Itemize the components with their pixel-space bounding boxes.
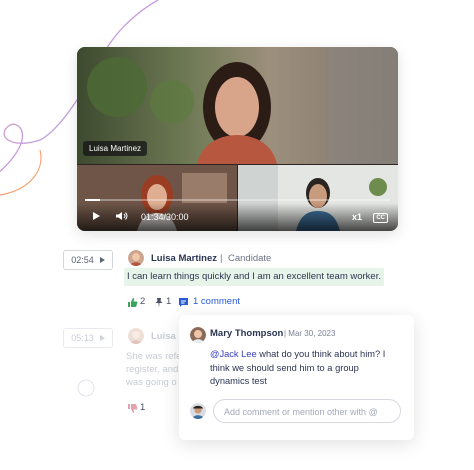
progress-fill	[85, 199, 101, 201]
time-display: 01:34/30:00	[141, 212, 189, 222]
play-small-icon	[99, 335, 105, 341]
main-video-tile: Luisa Martinez	[77, 47, 398, 164]
comment-input[interactable]: Add comment or mention other with @	[213, 399, 401, 423]
comment-icon[interactable]	[178, 295, 189, 313]
avatar	[128, 250, 144, 266]
current-user-avatar	[190, 403, 206, 419]
comment-card: Mary Thompson | Mar 30, 2023 @Jack Lee w…	[179, 315, 414, 440]
playback-speed[interactable]: x1	[352, 212, 362, 222]
separator: |	[220, 253, 223, 264]
video-player[interactable]: Luisa Martinez 01:34/30:00 x1 CC	[77, 47, 398, 231]
pin-icon[interactable]	[154, 295, 164, 313]
likes-count: 2	[140, 296, 146, 307]
timestamp-button[interactable]: 05:13	[63, 328, 113, 348]
timestamp-label: 02:54	[71, 255, 94, 265]
comments-link[interactable]: 1 comment	[193, 296, 240, 307]
closed-captions-button[interactable]: CC	[373, 213, 388, 223]
timestamp-button[interactable]: 02:54	[63, 250, 113, 270]
play-icon[interactable]	[91, 211, 101, 223]
thumbs-down-icon[interactable]	[127, 401, 138, 419]
thumbs-up-icon[interactable]	[127, 295, 138, 313]
transcript-text-line: was going o	[126, 377, 177, 388]
speaker-name: Luisa Martinez	[151, 253, 217, 264]
speaker-role: Candidate	[228, 253, 272, 264]
progress-bar[interactable]	[85, 199, 390, 201]
transcript-text: I can learn things quickly and I am an e…	[124, 268, 384, 286]
comment-date: | Mar 30, 2023	[284, 329, 336, 338]
pins-count: 1	[166, 296, 172, 307]
volume-icon[interactable]	[115, 211, 128, 223]
mention-link[interactable]: @Jack Lee	[210, 349, 257, 359]
play-small-icon	[99, 257, 105, 263]
avatar	[128, 328, 144, 344]
timestamp-label: 05:13	[71, 333, 94, 343]
comment-author: Mary Thompson	[210, 328, 284, 339]
avatar	[190, 327, 206, 343]
comment-body: @Jack Lee what do you think about him? I…	[210, 348, 400, 389]
transcript-text-line: She was refe	[126, 351, 182, 362]
dislikes-count: 1	[140, 402, 146, 413]
transcript-text-line: register, and	[126, 364, 179, 375]
participant-name-tag: Luisa Martinez	[83, 141, 148, 156]
speaker-name: Luisa I	[151, 331, 182, 342]
